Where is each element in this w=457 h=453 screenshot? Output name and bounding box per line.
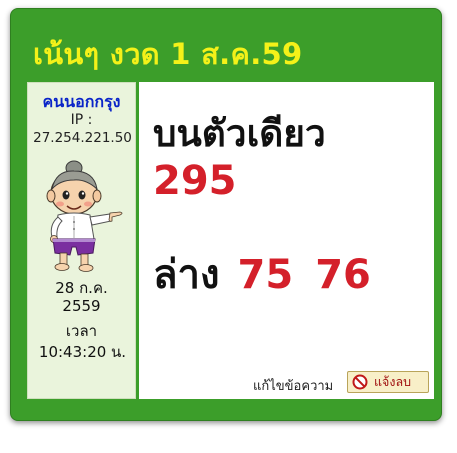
cartoon-boy-avatar-icon	[46, 160, 123, 272]
edit-message-link[interactable]: แก้ไขข้อความ	[253, 375, 333, 396]
poster-ip-address: 27.254.221.50	[33, 130, 132, 146]
post-title: เน้นๆ งวด 1 ส.ค.59	[33, 37, 303, 71]
bottom-number-2: 76	[315, 252, 371, 298]
main-number: 295	[153, 158, 237, 204]
post-year: 2559	[62, 297, 101, 315]
post-time: 10:43:20 น.	[38, 343, 127, 361]
report-delete-button[interactable]: แจ้งลบ	[347, 371, 429, 393]
bottom-label: ล่าง	[153, 252, 220, 298]
ban-icon	[352, 374, 368, 390]
poster-info-panel: คนนอกกรุง IP : 27.254.221.50 28 ก.ค. 255…	[27, 82, 136, 399]
report-delete-label: แจ้งลบ	[374, 374, 412, 389]
lottery-post-card: เน้นๆ งวด 1 ส.ค.59 คนนอกกรุง IP : 27.254…	[10, 8, 442, 421]
poster-ip-label: IP :	[70, 112, 93, 128]
bottom-number-1: 75	[237, 252, 294, 298]
post-content-panel: บนตัวเดียว 295 ล่าง 75 76 แก้ไขข้อความ แจ้…	[139, 82, 434, 399]
content-heading: บนตัวเดียว	[153, 112, 326, 155]
bottom-numbers-line: ล่าง 75 76	[153, 242, 371, 306]
